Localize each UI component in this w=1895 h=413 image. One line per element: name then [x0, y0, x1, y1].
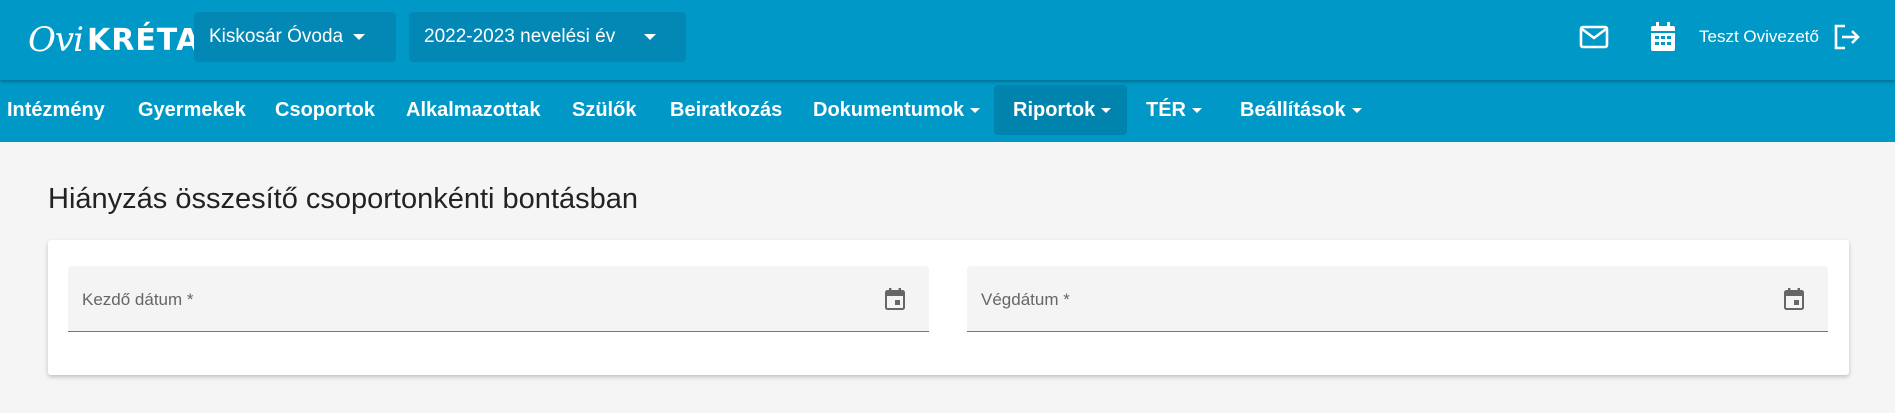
nav-item-label: Szülők	[572, 98, 637, 121]
user-name[interactable]: Teszt Ovivezető	[1699, 27, 1819, 47]
chevron-down-icon	[1351, 107, 1362, 113]
nav-item-label: Riportok	[1013, 98, 1096, 121]
main-nav: Intézmény Gyermekek Csoportok Alkalmazot…	[0, 80, 1895, 142]
nav-item-label: Csoportok	[275, 98, 375, 121]
chevron-down-icon	[353, 34, 365, 40]
institution-selector-label: Kiskosár Óvoda	[209, 26, 344, 47]
chevron-down-icon	[1101, 107, 1112, 113]
nav-item-dokumentumok[interactable]: Dokumentumok	[813, 85, 981, 135]
nav-item-label: Beállítások	[1240, 98, 1346, 121]
nav-item-ter[interactable]: TÉR	[1146, 85, 1202, 135]
chevron-down-icon	[1192, 107, 1202, 113]
start-date-field[interactable]: Kezdő dátum *	[68, 266, 929, 332]
nav-item-beallitasok[interactable]: Beállítások	[1240, 85, 1362, 135]
nav-item-label: Gyermekek	[138, 98, 246, 121]
nav-item-label: Intézmény	[7, 98, 105, 121]
nav-item-label: Beiratkozás	[670, 98, 783, 121]
nav-item-szulok[interactable]: Szülők	[572, 85, 636, 135]
end-date-field[interactable]: Végdátum *	[967, 266, 1828, 332]
year-selector[interactable]: 2022-2023 nevelési év	[409, 12, 686, 62]
nav-item-label: Alkalmazottak	[406, 98, 541, 121]
filter-card: Kezdő dátum * Végdátum *	[48, 240, 1849, 375]
year-selector-label: 2022-2023 nevelési év	[424, 26, 616, 47]
top-header: Ovi KRÉTA Kiskosár Óvoda 2022-2023 nevel…	[0, 0, 1895, 80]
nav-item-beiratkozas[interactable]: Beiratkozás	[670, 85, 782, 135]
calendar-icon[interactable]	[1646, 20, 1680, 54]
chevron-down-icon	[644, 34, 656, 40]
calendar-icon[interactable]	[1782, 287, 1806, 311]
institution-selector[interactable]: Kiskosár Óvoda	[194, 12, 396, 62]
logo-text-ovi: Ovi	[28, 20, 84, 60]
page-title: Hiányzás összesítő csoportonkénti bontás…	[48, 183, 639, 215]
mail-icon[interactable]	[1577, 20, 1611, 54]
logo-text-kreta: KRÉTA	[86, 22, 201, 58]
nav-item-label: TÉR	[1146, 98, 1186, 121]
chevron-down-icon	[970, 107, 981, 113]
nav-item-alkalmazottak[interactable]: Alkalmazottak	[406, 85, 541, 135]
nav-item-csoportok[interactable]: Csoportok	[275, 85, 375, 135]
end-date-label: Végdátum *	[981, 290, 1070, 309]
nav-item-label: Dokumentumok	[813, 98, 965, 121]
nav-item-intezmeny[interactable]: Intézmény	[7, 85, 105, 135]
app-logo[interactable]: Ovi KRÉTA	[28, 14, 199, 66]
logout-icon[interactable]	[1830, 20, 1864, 54]
nav-item-gyermekek[interactable]: Gyermekek	[138, 85, 246, 135]
nav-item-riportok[interactable]: Riportok	[994, 85, 1127, 135]
calendar-icon[interactable]	[883, 287, 907, 311]
start-date-label: Kezdő dátum *	[82, 290, 194, 309]
